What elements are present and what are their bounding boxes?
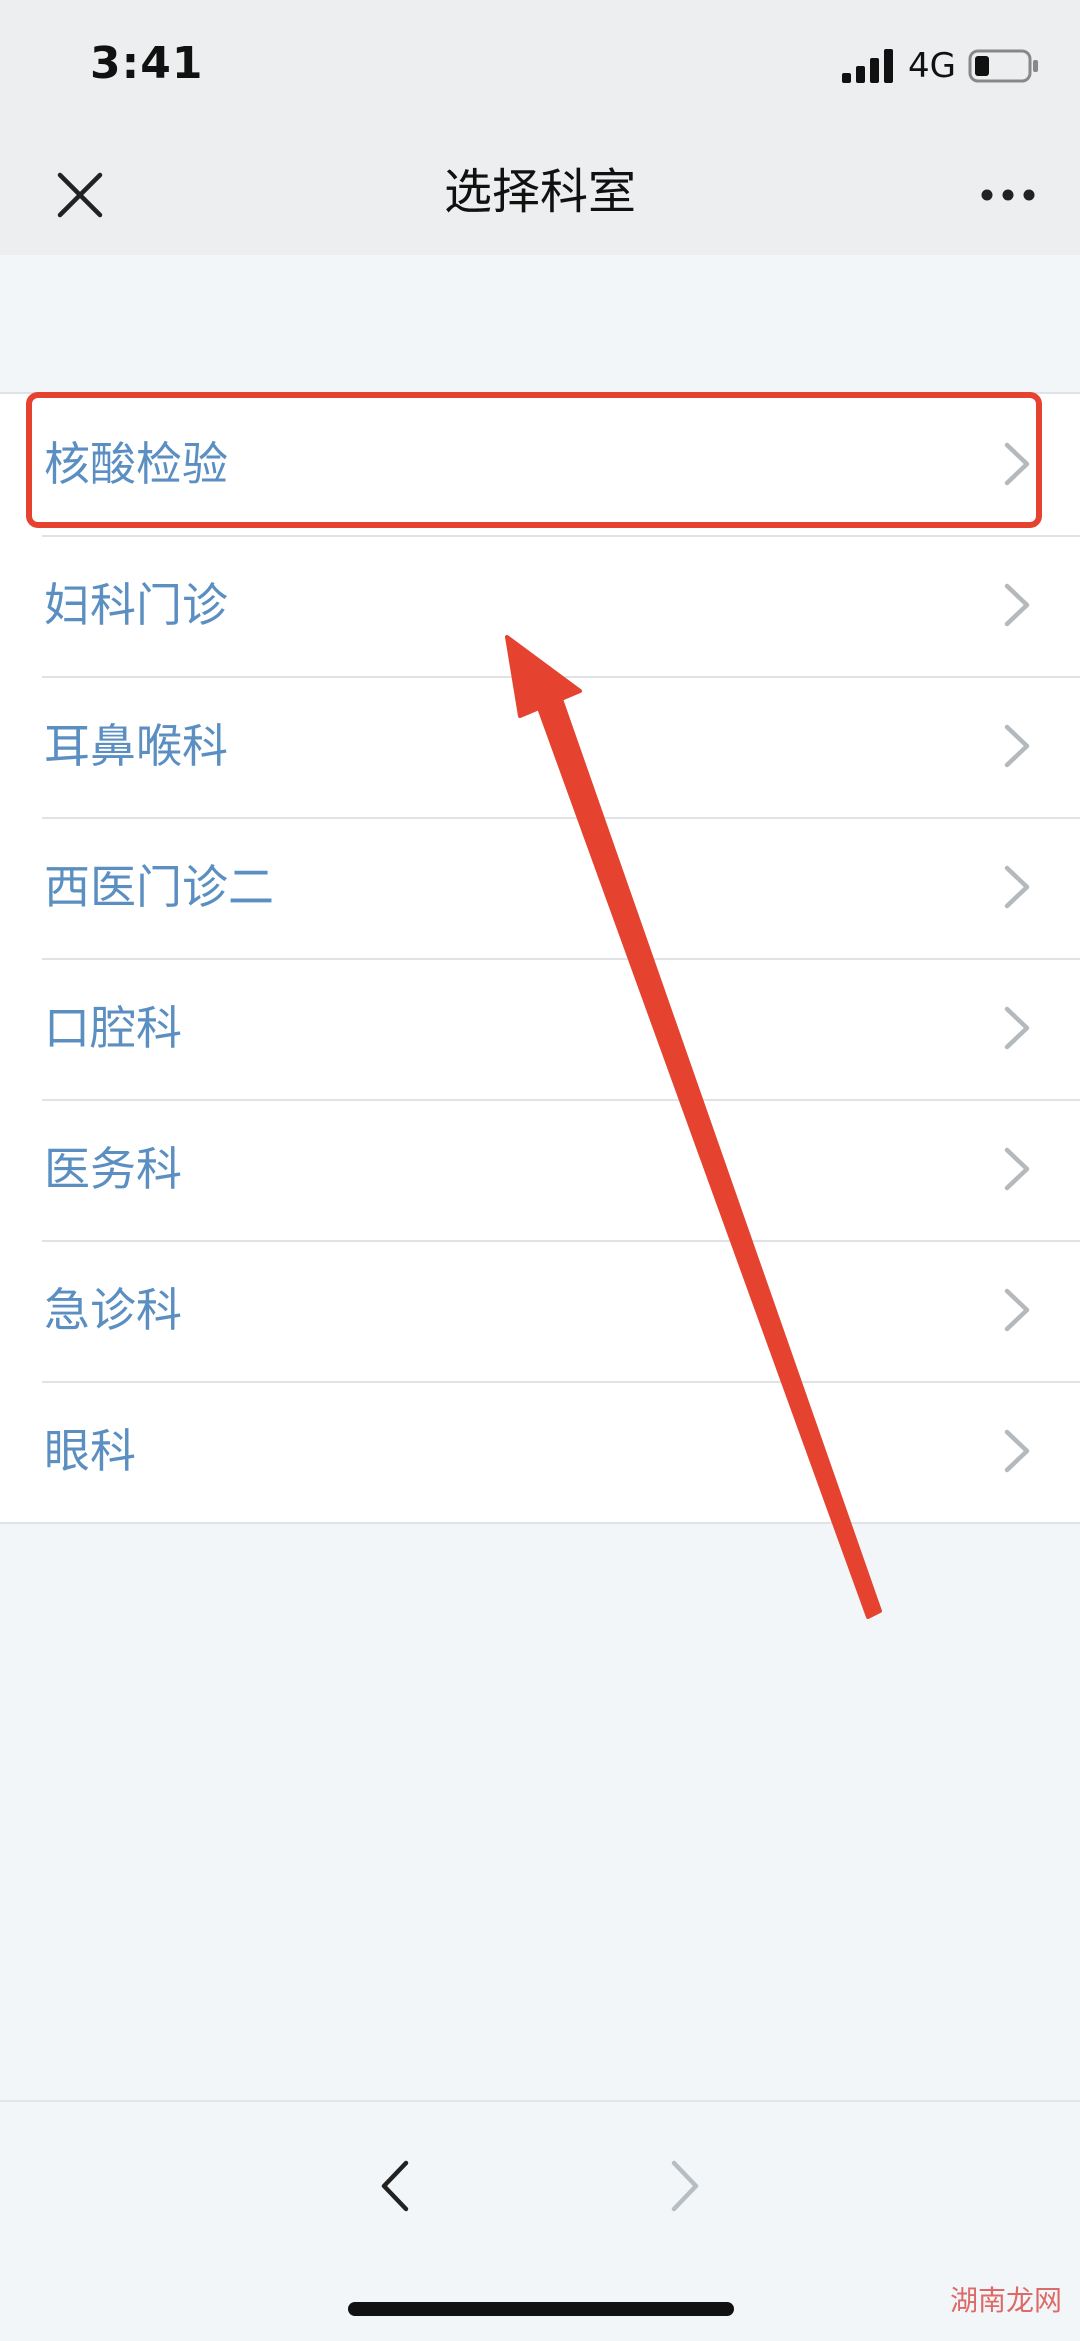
chevron-right-icon (1004, 1147, 1030, 1191)
department-item[interactable]: 西医门诊二 (0, 817, 1080, 958)
chevron-right-icon (1004, 724, 1030, 768)
status-indicators: 4G (842, 46, 1040, 86)
department-label: 急诊科 (44, 1283, 182, 1337)
chevron-left-icon (381, 2160, 409, 2212)
department-label: 口腔科 (44, 1001, 182, 1055)
department-item[interactable]: 耳鼻喉科 (0, 676, 1080, 817)
close-icon (57, 172, 103, 218)
watermark: 湖南龙网 (949, 2284, 1062, 2317)
department-item[interactable]: 医务科 (0, 1099, 1080, 1240)
home-indicator[interactable] (348, 2302, 734, 2316)
close-button[interactable] (40, 160, 120, 230)
chevron-right-icon (1004, 1006, 1030, 1050)
chevron-right-icon (1004, 865, 1030, 909)
page-title: 选择科室 (443, 164, 636, 220)
department-label: 西医门诊二 (44, 860, 274, 914)
department-item[interactable]: 妇科门诊 (0, 535, 1080, 676)
chevron-right-icon (1004, 1288, 1030, 1332)
department-label: 耳鼻喉科 (44, 719, 228, 773)
back-button[interactable] (360, 2146, 430, 2226)
chevron-right-icon (1004, 583, 1030, 627)
nav-bar: 选择科室 (0, 130, 1080, 255)
department-label: 医务科 (44, 1142, 182, 1196)
network-label: 4G (908, 46, 956, 86)
chevron-right-icon (671, 2160, 699, 2212)
department-item[interactable]: 眼科 (0, 1381, 1080, 1522)
department-label: 妇科门诊 (44, 578, 228, 632)
department-item[interactable]: 急诊科 (0, 1240, 1080, 1381)
chevron-right-icon (1004, 442, 1030, 486)
status-time: 3:41 (90, 38, 204, 89)
department-label: 核酸检验 (44, 437, 228, 491)
forward-button[interactable] (650, 2146, 720, 2226)
more-horizontal-icon (981, 189, 1035, 201)
status-bar: 3:41 4G (0, 0, 1080, 130)
signal-bars-icon (842, 49, 894, 83)
chevron-right-icon (1004, 1429, 1030, 1473)
department-list: 核酸检验 妇科门诊 耳鼻喉科 西医门诊二 口腔科 医务科 急诊科 眼科 (0, 392, 1080, 1524)
battery-low-icon (968, 49, 1038, 83)
department-label: 眼科 (44, 1424, 136, 1478)
department-item[interactable]: 口腔科 (0, 958, 1080, 1099)
bottom-toolbar (0, 2100, 1080, 2341)
department-item[interactable]: 核酸检验 (0, 394, 1080, 535)
more-button[interactable] (968, 162, 1048, 228)
